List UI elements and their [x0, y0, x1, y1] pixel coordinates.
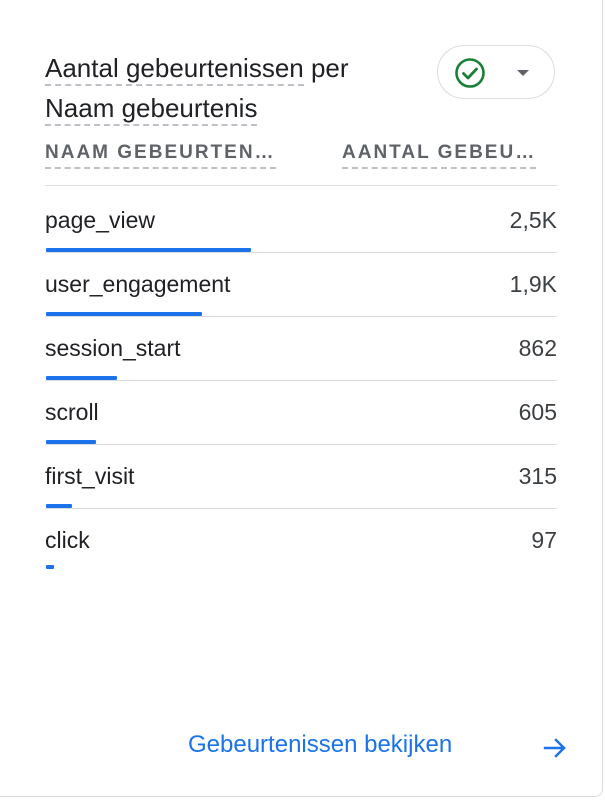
event-name: first_visit: [45, 463, 135, 489]
card-title[interactable]: Aantal gebeurtenissen per Naam gebeurten…: [45, 48, 425, 128]
caret-down-icon: [517, 70, 529, 76]
title-connector: per: [303, 53, 349, 83]
table-row[interactable]: session_start 862: [45, 317, 557, 381]
event-name: page_view: [45, 207, 155, 233]
event-name: session_start: [45, 335, 181, 361]
event-count-card: Aantal gebeurtenissen per Naam gebeurten…: [0, 0, 603, 797]
value-bar: [46, 312, 202, 316]
table-row[interactable]: click 97: [45, 509, 557, 573]
event-name: scroll: [45, 399, 99, 425]
event-count: 1,9K: [509, 271, 557, 297]
metric-label[interactable]: Aantal gebeurtenissen: [45, 53, 304, 86]
value-bar: [46, 440, 96, 444]
event-count: 97: [531, 527, 557, 553]
dimension-label[interactable]: Naam gebeurtenis: [45, 93, 258, 126]
event-count: 862: [518, 335, 557, 361]
view-events-label: Gebeurtenissen bekijken: [188, 731, 453, 758]
view-events-link[interactable]: Gebeurtenissen bekijken: [188, 731, 566, 765]
table-row[interactable]: user_engagement 1,9K: [45, 253, 557, 317]
table-row[interactable]: first_visit 315: [45, 445, 557, 509]
column-header-event-name[interactable]: NAAM GEBEURTEN…: [45, 142, 276, 169]
event-name: user_engagement: [45, 271, 231, 297]
table-row[interactable]: scroll 605: [45, 381, 557, 445]
event-count: 605: [518, 399, 557, 425]
event-count: 2,5K: [509, 207, 557, 233]
header-divider: [45, 185, 557, 186]
data-quality-dropdown[interactable]: [437, 45, 555, 99]
value-bar: [46, 504, 72, 508]
arrow-right-icon: [543, 738, 566, 758]
table-row[interactable]: page_view 2,5K: [45, 189, 557, 253]
column-header-event-count[interactable]: AANTAL GEBEU…: [342, 142, 537, 169]
value-bar: [46, 248, 251, 252]
value-bar: [46, 565, 54, 569]
check-circle-icon: [455, 58, 485, 88]
value-bar: [46, 376, 117, 380]
event-name: click: [45, 527, 90, 553]
event-count: 315: [518, 463, 557, 489]
